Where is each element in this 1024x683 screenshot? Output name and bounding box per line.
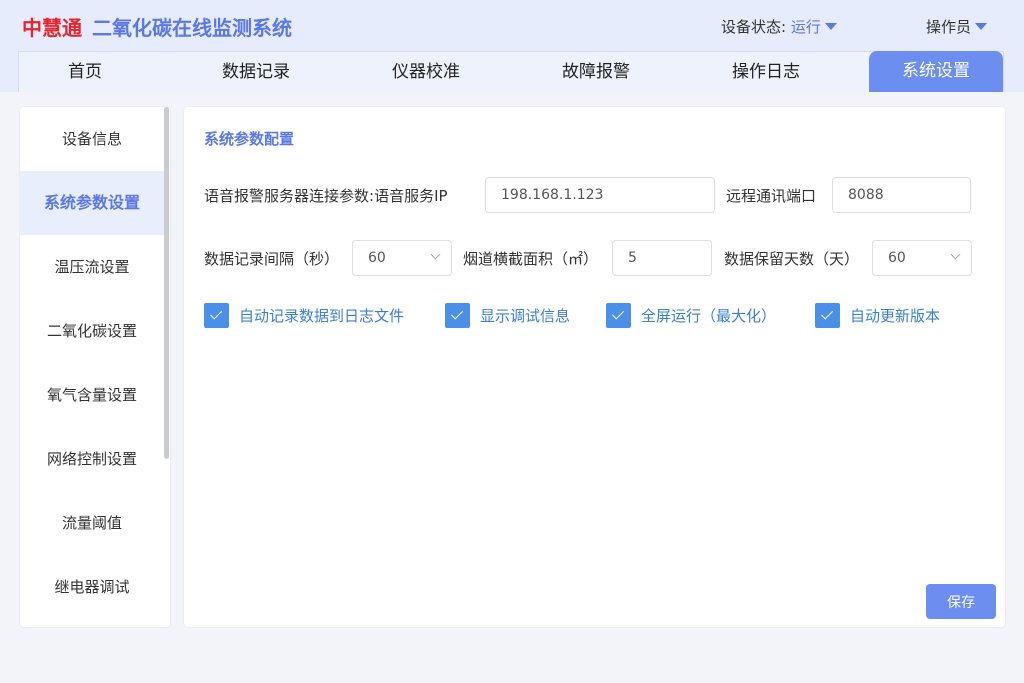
record-interval-select[interactable]: 60 [352, 240, 452, 276]
checkbox-auto-log-label[interactable]: 自动记录数据到日志文件 [239, 305, 404, 326]
system-title: 二氧化碳在线监测系统 [92, 16, 292, 40]
sidebar-item-network[interactable]: 网络控制设置 [20, 427, 164, 491]
retention-days-label: 数据保留天数（天） [724, 250, 860, 268]
settings-sidebar: 设备信息 系统参数设置 温压流设置 二氧化碳设置 氧气含量设置 网络控制设置 流… [20, 107, 170, 627]
settings-panel: 系统参数配置 语音报警服务器连接参数:语音服务IP 198.168.1.123 … [184, 107, 1005, 627]
chevron-down-icon [430, 249, 441, 260]
sidebar-item-system-params[interactable]: 系统参数设置 [20, 171, 164, 235]
checkbox-debug-info[interactable] [445, 303, 470, 328]
tab-operation-log[interactable]: 操作日志 [681, 52, 851, 92]
checkbox-auto-log[interactable] [204, 303, 229, 328]
voice-ip-input[interactable]: 198.168.1.123 [485, 177, 715, 213]
device-status-label: 设备状态: [721, 18, 787, 36]
tab-data-records[interactable]: 数据记录 [171, 52, 341, 92]
caret-down-icon [824, 23, 837, 30]
header: 中慧通 二氧化碳在线监测系统 设备状态: 运行 操作员 首页 数据记录 仪器校准 … [0, 0, 1024, 92]
sidebar-item-oxygen[interactable]: 氧气含量设置 [20, 363, 164, 427]
remote-port-input[interactable]: 8088 [832, 177, 971, 213]
tab-fault-alarm[interactable]: 故障报警 [511, 52, 681, 92]
main-tabs: 首页 数据记录 仪器校准 故障报警 操作日志 系统设置 [18, 51, 1004, 92]
caret-down-icon [975, 23, 988, 30]
voice-server-label: 语音报警服务器连接参数:语音服务IP [204, 187, 448, 205]
checkbox-auto-update-label[interactable]: 自动更新版本 [850, 305, 940, 326]
sidebar-scrollbar[interactable] [164, 107, 169, 459]
logo: 中慧通 [22, 16, 82, 40]
checkbox-fullscreen-label[interactable]: 全屏运行（最大化） [641, 305, 776, 326]
tab-system-settings[interactable]: 系统设置 [869, 51, 1003, 92]
sidebar-item-device-info[interactable]: 设备信息 [20, 107, 164, 171]
panel-title: 系统参数配置 [204, 130, 295, 148]
record-interval-label: 数据记录间隔（秒） [204, 250, 340, 268]
remote-port-label: 远程通讯端口 [726, 187, 817, 205]
flue-area-input[interactable]: 5 [612, 240, 712, 276]
operator-label: 操作员 [926, 18, 972, 36]
device-status[interactable]: 设备状态: 运行 [721, 16, 837, 37]
sidebar-item-co2[interactable]: 二氧化碳设置 [20, 299, 164, 363]
save-button[interactable]: 保存 [926, 584, 996, 619]
checkbox-auto-update[interactable] [815, 303, 840, 328]
sidebar-item-temp-pressure-flow[interactable]: 温压流设置 [20, 235, 164, 299]
app-brand: 中慧通 二氧化碳在线监测系统 [22, 12, 292, 41]
flue-area-label: 烟道横截面积（㎡） [463, 250, 599, 268]
retention-days-select[interactable]: 60 [872, 240, 972, 276]
tab-calibration[interactable]: 仪器校准 [341, 52, 511, 92]
sidebar-item-relay-debug[interactable]: 继电器调试 [20, 555, 164, 619]
checkbox-fullscreen[interactable] [606, 303, 631, 328]
device-status-value: 运行 [790, 18, 821, 36]
tab-home[interactable]: 首页 [19, 52, 151, 92]
operator-menu[interactable]: 操作员 [926, 16, 988, 37]
sidebar-item-flow-threshold[interactable]: 流量阈值 [20, 491, 164, 555]
checkbox-debug-info-label[interactable]: 显示调试信息 [480, 305, 570, 326]
chevron-down-icon [950, 249, 961, 260]
